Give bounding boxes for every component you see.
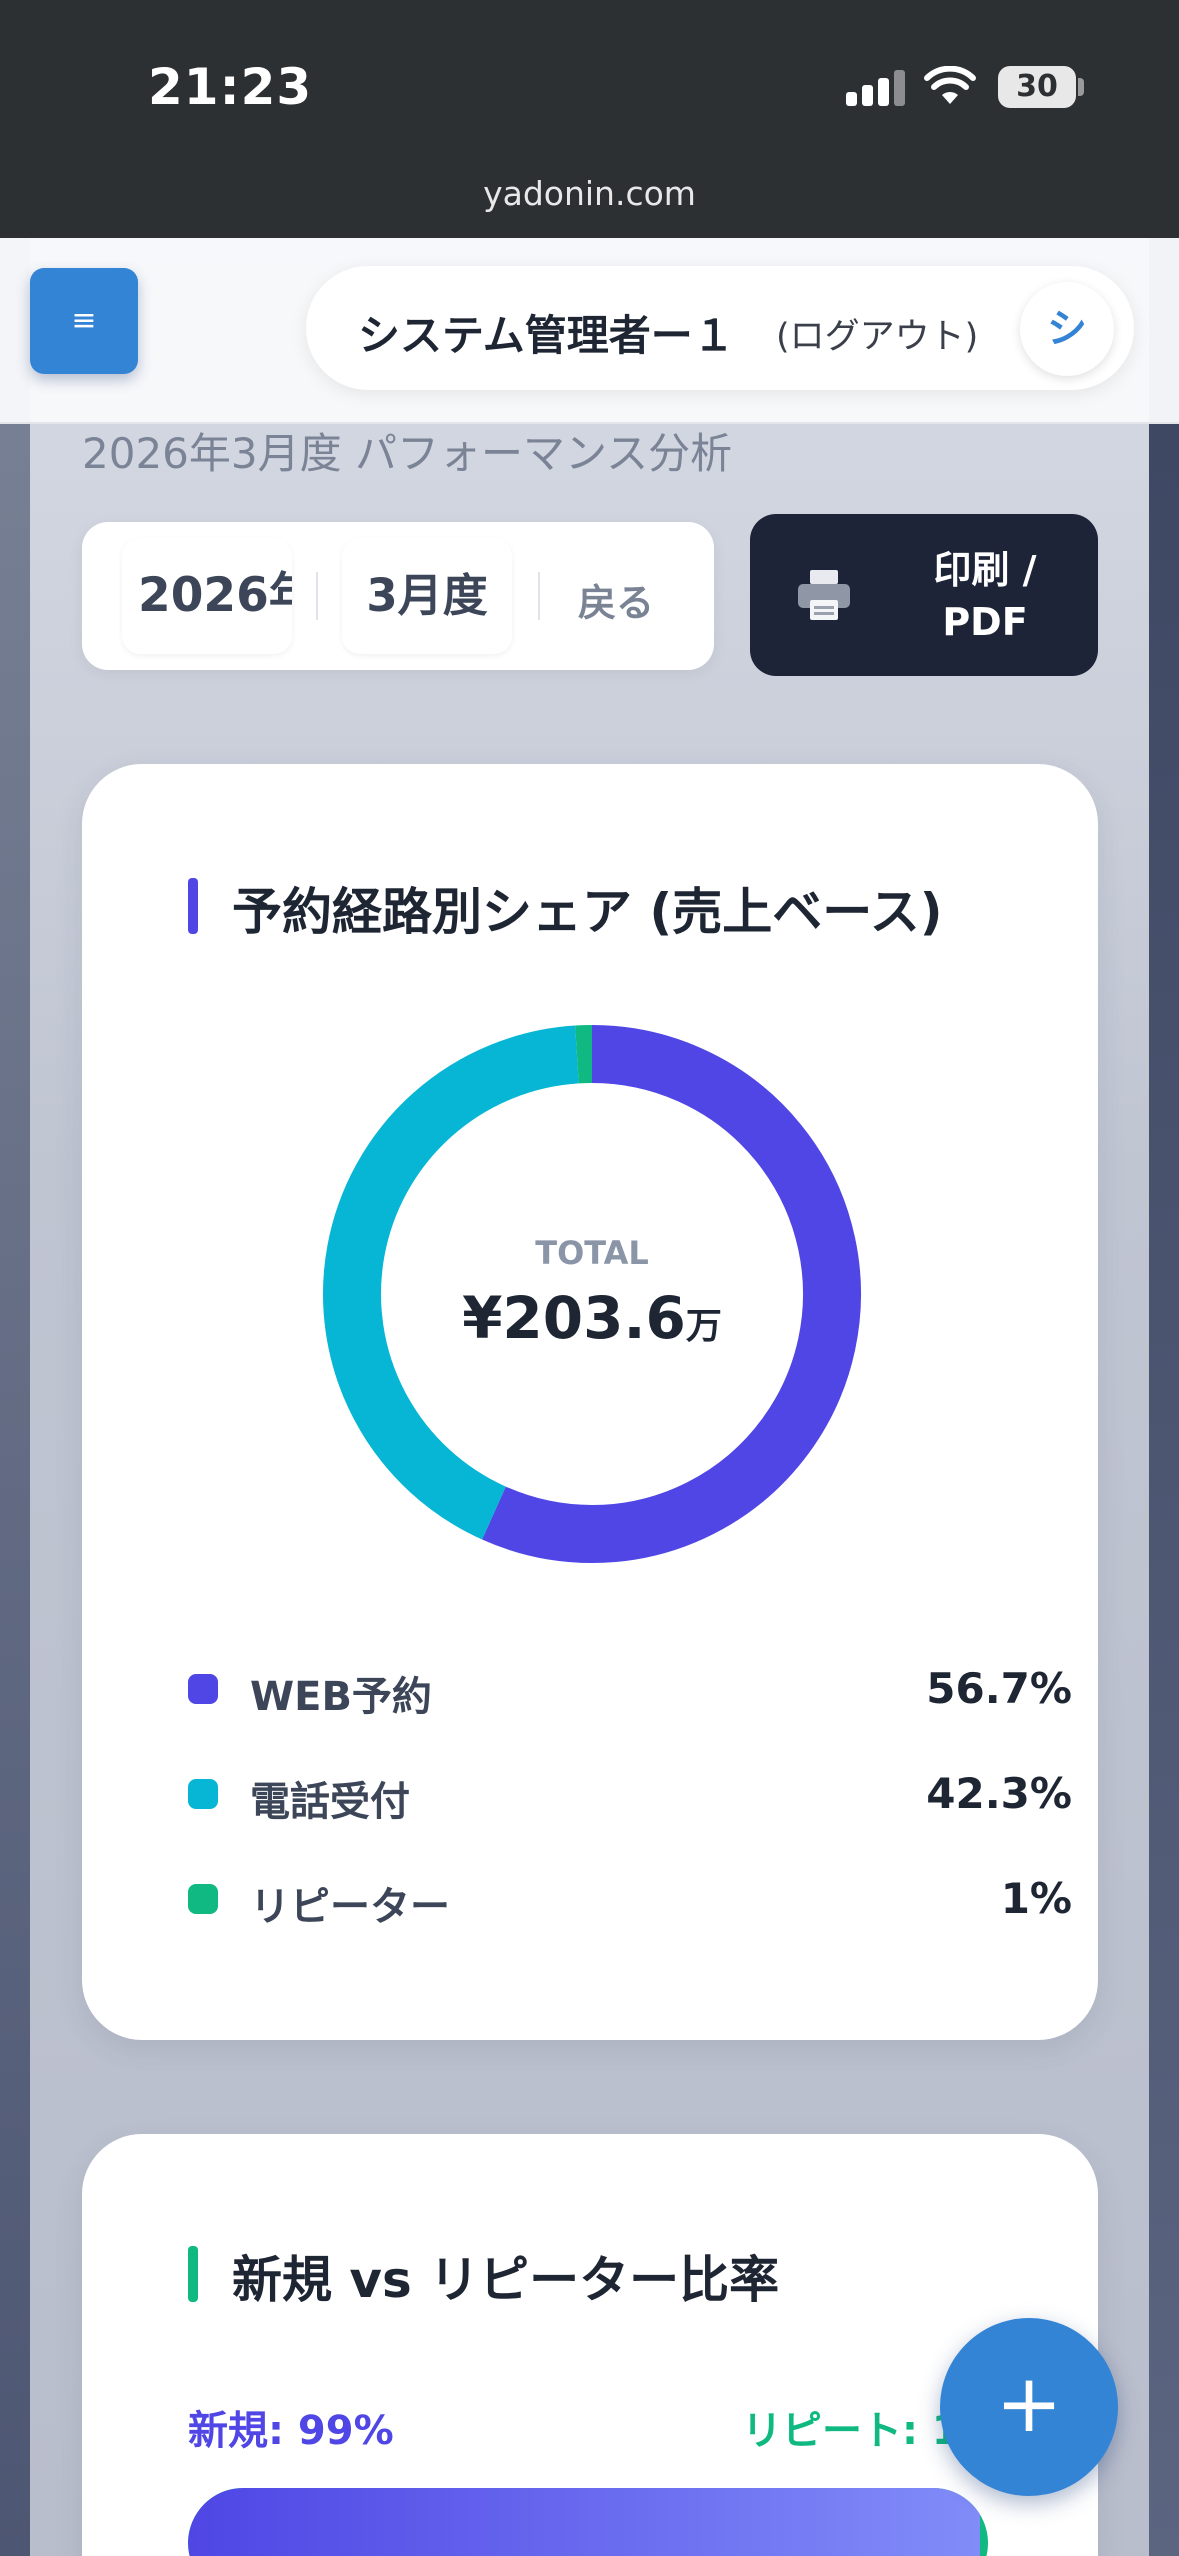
battery-icon: 30: [998, 66, 1076, 108]
legend-label: WEB予約: [250, 1674, 432, 1720]
total-value: ¥203.6万: [322, 1284, 862, 1352]
wifi-icon: [924, 66, 976, 104]
total-unit: 万: [685, 1306, 722, 1347]
title-accent-bar: [188, 878, 198, 934]
browser-url[interactable]: yadonin.com: [0, 174, 1179, 213]
period-controls: 2026年 3月度 戻る: [82, 522, 714, 670]
year-select[interactable]: 2026年: [122, 538, 292, 654]
user-name: システム管理者ー１: [358, 311, 735, 360]
divider: [538, 572, 540, 620]
legend-value: 56.7%: [926, 1664, 1072, 1713]
logout-link[interactable]: (ログアウト): [776, 308, 978, 359]
ratio-bar-fill: [188, 2488, 980, 2556]
title-accent-bar: [188, 2246, 198, 2302]
legend-swatch: [188, 1779, 218, 1809]
print-label-line2: PDF: [942, 600, 1028, 644]
status-time: 21:23: [148, 58, 313, 116]
legend-swatch: [188, 1674, 218, 1704]
legend-swatch: [188, 1884, 218, 1914]
status-bar: 21:23 30 yadonin.com: [0, 0, 1179, 238]
new-ratio-label: 新規: 99%: [188, 2408, 394, 2454]
new-vs-repeat-card: 新規 vs リピーター比率 新規: 99% リピート: 1%: [82, 2134, 1098, 2556]
total-label: TOTAL: [535, 1234, 649, 1272]
user-pill: システム管理者ー１ (ログアウト) シ: [306, 266, 1134, 390]
left-backdrop: [0, 238, 30, 2556]
divider: [316, 572, 318, 620]
legend-item: 電話受付 42.3%: [188, 1763, 1072, 1825]
card-title: 新規 vs リピーター比率: [232, 2251, 780, 2309]
app-header: ≡ システム管理者ー１ (ログアウト) シ: [0, 238, 1179, 424]
back-button[interactable]: 戻る: [578, 572, 654, 627]
total-amount: ¥203.6: [462, 1284, 686, 1352]
legend-label: 電話受付: [250, 1779, 410, 1825]
legend-label: リピーター: [250, 1884, 450, 1930]
printer-icon: [798, 570, 850, 620]
print-label: 印刷 / PDF: [900, 544, 1070, 648]
menu-button[interactable]: ≡: [30, 268, 138, 374]
legend-value: 42.3%: [926, 1769, 1072, 1818]
print-label-line1: 印刷 /: [933, 548, 1037, 592]
avatar[interactable]: シ: [1020, 282, 1114, 376]
legend-item: WEB予約 56.7%: [188, 1658, 1072, 1720]
month-select[interactable]: 3月度: [342, 538, 512, 654]
print-pdf-button[interactable]: 印刷 / PDF: [750, 514, 1098, 676]
card-title: 予約経路別シェア (売上ベース): [232, 883, 943, 941]
battery-tip: [1078, 78, 1084, 96]
channel-share-card: 予約経路別シェア (売上ベース) TOTAL ¥203.6万 WEB予約 56.…: [82, 764, 1098, 2040]
cellular-signal-icon: [846, 70, 906, 106]
legend-value: 1%: [1000, 1874, 1072, 1923]
add-button[interactable]: +: [940, 2318, 1118, 2496]
right-backdrop: [1149, 238, 1179, 2556]
ratio-bar: [188, 2488, 988, 2556]
page-title: 2026年3月度 パフォーマンス分析: [82, 429, 733, 478]
legend-item: リピーター 1%: [188, 1868, 1072, 1930]
